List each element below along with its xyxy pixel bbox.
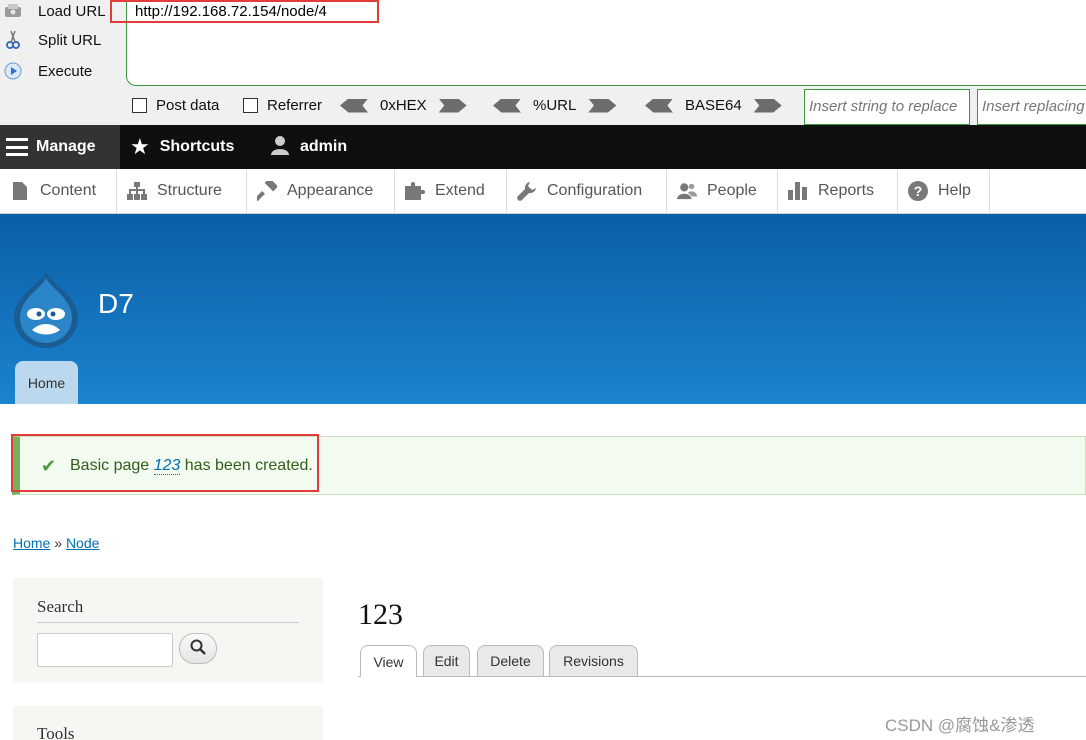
replacing-string-input[interactable]: Insert replacing string — [977, 89, 1086, 125]
drupal-logo-icon[interactable] — [12, 270, 80, 350]
help-icon: ? — [908, 181, 928, 201]
node-tabs: View Edit Delete Revisions — [358, 645, 1086, 677]
encoder-base64: BASE64 — [645, 97, 782, 114]
search-input[interactable] — [37, 633, 173, 667]
split-url-icon — [2, 30, 24, 50]
tab-edit[interactable]: Edit — [423, 645, 470, 676]
tab-view[interactable]: View — [360, 645, 417, 677]
referrer-checkbox-box[interactable] — [243, 98, 258, 113]
search-block: Search — [13, 578, 323, 683]
tab-revisions[interactable]: Revisions — [549, 645, 638, 676]
user-icon — [270, 135, 290, 159]
hex-decode-arrow-icon[interactable] — [340, 98, 368, 113]
tools-block-title: Tools — [37, 724, 75, 740]
load-url-icon — [2, 1, 24, 21]
svg-text:?: ? — [914, 183, 923, 199]
base64-encode-arrow-icon[interactable] — [753, 98, 782, 113]
structure-icon — [127, 182, 147, 200]
admin-toolbar: Manage ★ Shortcuts admin — [0, 125, 1086, 169]
tray-item-extend[interactable]: Extend — [395, 169, 507, 213]
breadcrumb-home-link[interactable]: Home — [13, 535, 50, 551]
tray-item-content[interactable]: Content — [0, 169, 117, 213]
star-icon: ★ — [130, 134, 150, 159]
breadcrumb: Home » Node — [13, 535, 99, 551]
search-button[interactable] — [179, 633, 217, 664]
split-url-button[interactable]: Split URL — [0, 27, 101, 53]
tray-item-reports[interactable]: Reports — [778, 169, 898, 213]
people-icon — [677, 181, 697, 201]
tray-item-appearance[interactable]: Appearance — [247, 169, 395, 213]
extend-icon — [405, 182, 425, 200]
appearance-icon — [257, 181, 277, 201]
execute-icon — [2, 61, 24, 81]
search-block-title: Search — [37, 597, 84, 616]
hex-encode-arrow-icon[interactable] — [438, 98, 467, 113]
user-button[interactable]: admin — [270, 125, 347, 169]
execute-button[interactable]: Execute — [0, 58, 92, 84]
wrench-icon — [517, 181, 537, 201]
tab-delete[interactable]: Delete — [477, 645, 544, 676]
main-menu-home-tab[interactable]: Home — [15, 361, 78, 404]
shortcuts-button[interactable]: ★ Shortcuts — [130, 125, 234, 169]
content-icon — [10, 182, 30, 200]
admin-tray: Content Structure Appearance Extend Conf… — [0, 169, 1086, 214]
post-data-checkbox[interactable]: Post data — [132, 97, 219, 114]
tray-item-help[interactable]: ? Help — [898, 169, 990, 213]
tray-item-structure[interactable]: Structure — [117, 169, 247, 213]
reports-icon — [788, 182, 808, 200]
highlight-url-box — [110, 0, 379, 23]
site-name[interactable]: D7 — [98, 288, 134, 320]
post-data-checkbox-box[interactable] — [132, 98, 147, 113]
hackbar-options: Post data Referrer 0xHEX %URL BASE64 Ins… — [0, 88, 1086, 125]
highlight-message-box — [11, 434, 319, 492]
search-block-divider — [37, 622, 299, 623]
search-icon — [190, 639, 206, 659]
tools-block: Tools — [13, 706, 323, 740]
encoder-hex: 0xHEX — [340, 97, 467, 114]
base64-decode-arrow-icon[interactable] — [645, 98, 673, 113]
replace-string-input[interactable]: Insert string to replace — [804, 89, 970, 125]
tray-item-configuration[interactable]: Configuration — [507, 169, 667, 213]
watermark: CSDN @腐蚀&渗透 — [885, 716, 1035, 735]
load-url-button[interactable]: Load URL — [0, 0, 106, 24]
site-header: D7 Home — [0, 214, 1086, 404]
hackbar: Load URL Split URL Execute http://192.16… — [0, 0, 1086, 125]
breadcrumb-node-link[interactable]: Node — [66, 535, 99, 551]
hamburger-icon — [6, 138, 28, 156]
page-title: 123 — [358, 598, 403, 631]
breadcrumb-separator: » — [54, 535, 63, 551]
tray-item-people[interactable]: People — [667, 169, 778, 213]
encoder-url: %URL — [493, 97, 617, 114]
referrer-checkbox[interactable]: Referrer — [243, 97, 322, 114]
url-decode-arrow-icon[interactable] — [493, 98, 521, 113]
url-encode-arrow-icon[interactable] — [588, 98, 617, 113]
manage-button[interactable]: Manage — [0, 125, 120, 169]
